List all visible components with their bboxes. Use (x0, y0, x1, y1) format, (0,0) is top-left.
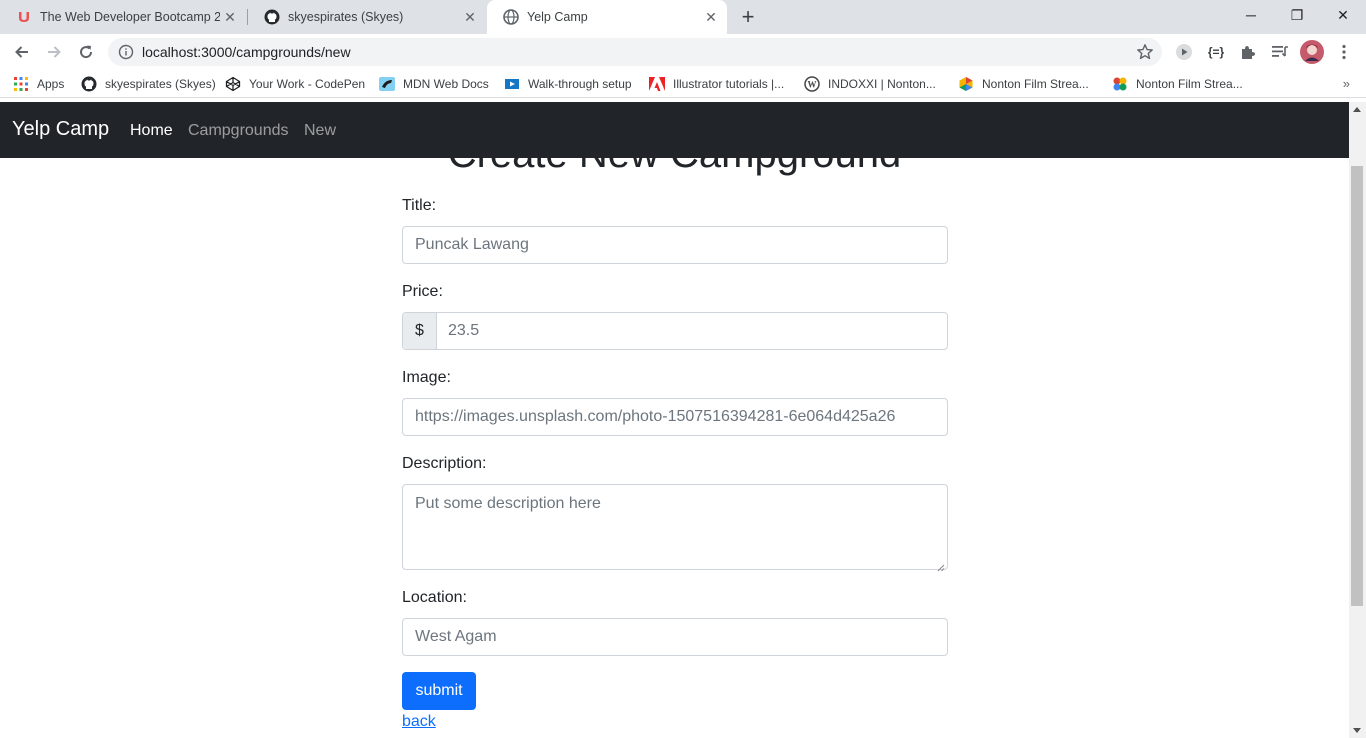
tab-github-skyespirates[interactable]: skyespirates (Skyes) ✕ (248, 0, 486, 34)
adobe-icon (649, 76, 665, 92)
bookmark-label: INDOXXI | Nonton... (828, 77, 936, 91)
profile-avatar[interactable] (1300, 40, 1324, 64)
resize-grip-icon[interactable] (937, 559, 945, 572)
nav-link-campgrounds[interactable]: Campgrounds (188, 122, 289, 140)
nav-link-home[interactable]: Home (130, 122, 173, 140)
bookmark-apps[interactable]: Apps (13, 76, 64, 92)
bookmark-label: Nonton Film Strea... (982, 77, 1089, 91)
browser-toolbar: localhost:3000/campgrounds/new {=} (0, 34, 1366, 70)
bookmark-nonton-2[interactable]: Nonton Film Strea... (1112, 76, 1243, 92)
address-bar[interactable]: localhost:3000/campgrounds/new (108, 38, 1162, 66)
bookmarks-bar: Apps skyespirates (Skyes) Your Work - Co… (0, 70, 1366, 98)
tab-close-icon[interactable]: ✕ (220, 7, 240, 27)
bookmark-label: Apps (37, 77, 65, 91)
title-label: Title: (402, 197, 437, 214)
walkthrough-icon (504, 76, 520, 92)
page-viewport: Create New Campground Yelp Camp Home Cam… (0, 102, 1349, 738)
back-link[interactable]: back (402, 713, 436, 731)
mdn-icon (379, 76, 395, 92)
bookmark-label: skyespirates (Skyes) (105, 77, 216, 91)
reading-list-icon[interactable] (1270, 42, 1290, 62)
description-placeholder: Put some description here (415, 495, 601, 512)
minimize-button[interactable]: ─ (1228, 0, 1274, 30)
location-value: West Agam (415, 628, 497, 645)
github-icon (264, 9, 280, 25)
globe-icon (503, 9, 519, 25)
top-navbar: Yelp Camp Home Campgrounds New (0, 102, 1349, 158)
tab-title: The Web Developer Bootcamp 20 (40, 10, 220, 24)
github-icon (81, 76, 97, 92)
nav-link-new[interactable]: New (304, 122, 336, 140)
media-play-extension-icon[interactable] (1174, 42, 1194, 62)
bookmark-illustrator[interactable]: Illustrator tutorials |... (649, 76, 784, 92)
tab-yelp-camp[interactable]: Yelp Camp ✕ (487, 0, 727, 34)
scrollbar-thumb[interactable] (1351, 166, 1363, 606)
nonton-icon (958, 76, 974, 92)
tab-web-developer-bootcamp[interactable]: The Web Developer Bootcamp 20 ✕ (0, 0, 246, 34)
wordpress-icon: W (804, 76, 820, 92)
image-value: https://images.unsplash.com/photo-150751… (415, 408, 896, 425)
site-info-icon[interactable] (118, 44, 134, 60)
browser-menu-icon[interactable] (1334, 42, 1354, 62)
bookmark-label: Nonton Film Strea... (1136, 77, 1243, 91)
bookmark-label: Your Work - CodePen (249, 77, 366, 91)
tab-close-icon[interactable]: ✕ (701, 7, 721, 27)
tab-strip: The Web Developer Bootcamp 20 ✕ skyespir… (0, 0, 1366, 34)
bookmark-indoxxi[interactable]: W INDOXXI | Nonton... (804, 76, 936, 92)
currency-prefix: $ (403, 313, 437, 349)
title-value: Puncak Lawang (415, 236, 529, 253)
bookmark-label: Walk-through setup (528, 77, 632, 91)
bookmark-label: MDN Web Docs (403, 77, 489, 91)
tab-close-icon[interactable]: ✕ (460, 7, 480, 27)
bookmark-nonton-1[interactable]: Nonton Film Strea... (958, 76, 1089, 92)
back-arrow-icon[interactable] (8, 38, 36, 66)
page-scrollbar[interactable] (1349, 102, 1366, 738)
bookmark-label: Illustrator tutorials |... (673, 77, 785, 91)
codepen-icon (225, 76, 241, 92)
bookmark-github[interactable]: skyespirates (Skyes) (81, 76, 216, 92)
svg-text:W: W (808, 80, 817, 90)
location-input[interactable]: West Agam (402, 618, 948, 656)
price-value: 23.5 (448, 322, 480, 339)
reload-icon[interactable] (72, 38, 100, 66)
bookmark-mdn[interactable]: MDN Web Docs (379, 76, 489, 92)
scroll-up-arrow-icon[interactable] (1353, 107, 1361, 112)
bookmark-codepen[interactable]: Your Work - CodePen (225, 76, 365, 92)
tab-title: Yelp Camp (527, 10, 588, 24)
apps-grid-icon (13, 76, 29, 92)
navbar-brand[interactable]: Yelp Camp (12, 118, 109, 141)
description-textarea[interactable]: Put some description here (402, 484, 948, 572)
bookmarks-overflow-button[interactable]: » (1343, 76, 1350, 91)
image-input[interactable]: https://images.unsplash.com/photo-150751… (402, 398, 948, 436)
description-label: Description: (402, 455, 487, 472)
new-tab-button[interactable]: + (736, 5, 760, 29)
location-label: Location: (402, 589, 467, 606)
forward-arrow-icon[interactable] (40, 38, 68, 66)
image-label: Image: (402, 369, 451, 386)
extensions-puzzle-icon[interactable] (1238, 42, 1258, 62)
code-extension-icon[interactable]: {=} (1206, 42, 1226, 62)
udemy-icon (16, 9, 32, 25)
scroll-down-arrow-icon[interactable] (1353, 728, 1361, 733)
price-input-group[interactable]: $ 23.5 (402, 312, 948, 350)
nonton-icon (1112, 76, 1128, 92)
address-url: localhost:3000/campgrounds/new (142, 44, 351, 60)
restore-button[interactable]: ❐ (1274, 0, 1320, 30)
bookmark-walkthrough[interactable]: Walk-through setup (504, 76, 632, 92)
bookmark-star-icon[interactable] (1136, 43, 1154, 61)
price-label: Price: (402, 283, 443, 300)
title-input[interactable]: Puncak Lawang (402, 226, 948, 264)
tab-title: skyespirates (Skyes) (288, 10, 404, 24)
window-close-button[interactable]: ✕ (1320, 0, 1366, 30)
submit-button[interactable]: submit (402, 672, 476, 710)
